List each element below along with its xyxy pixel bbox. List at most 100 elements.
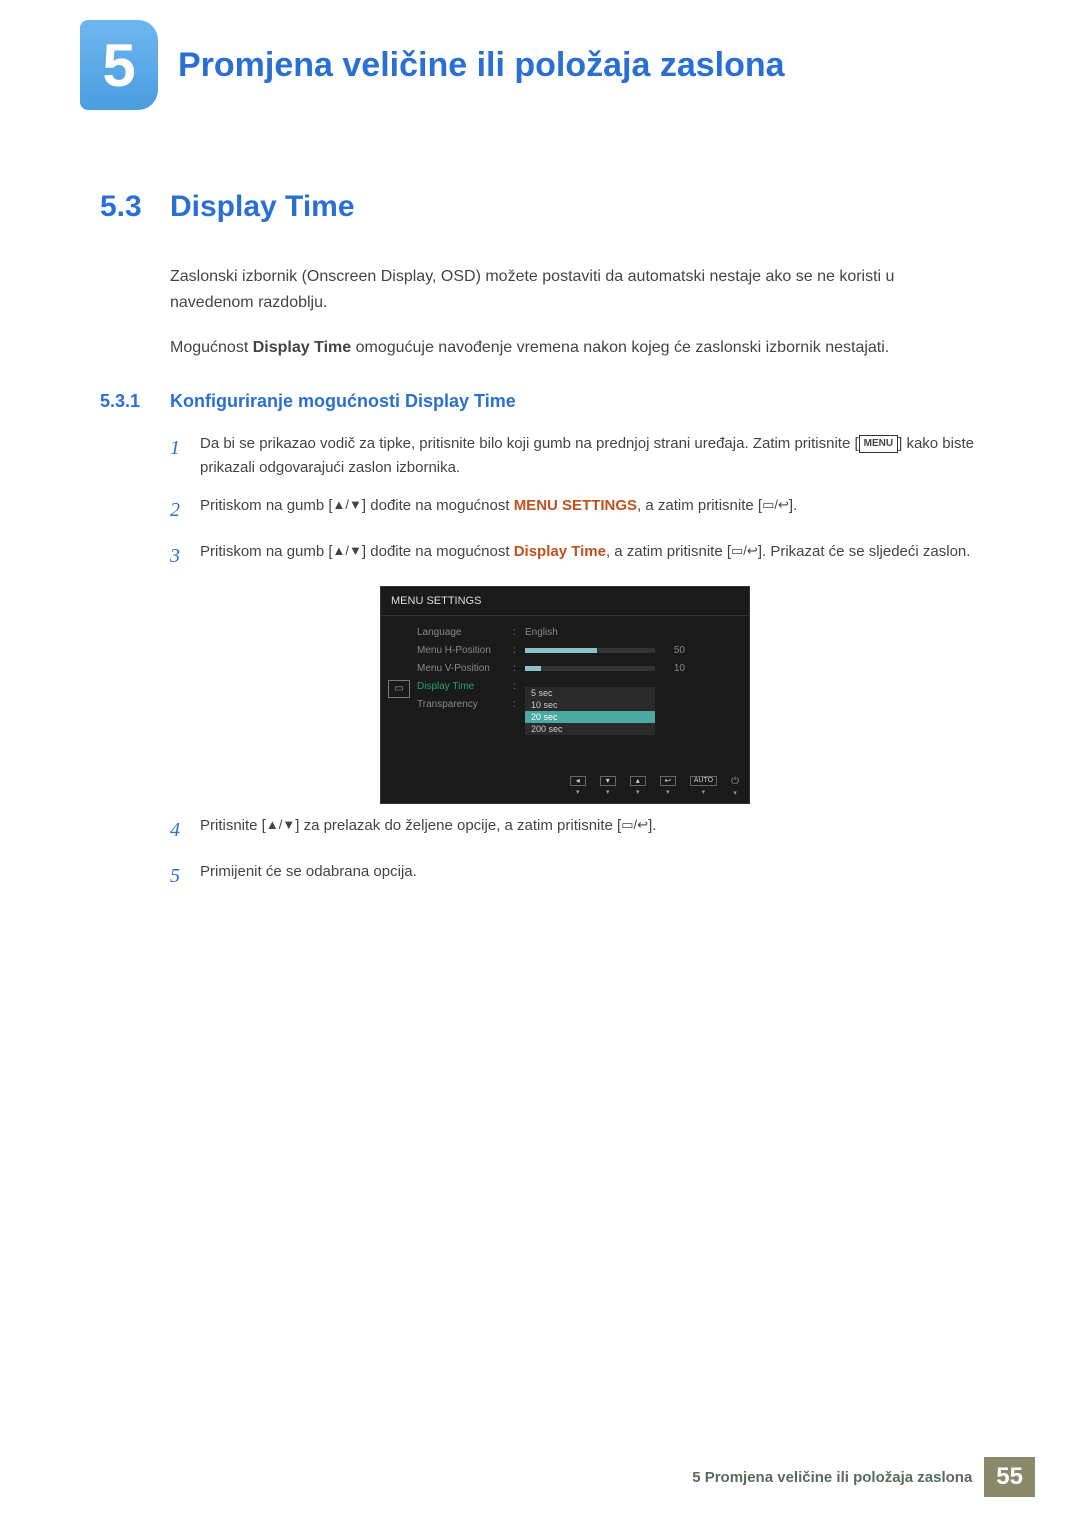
osd-footer-btn-power: ⏻▾ [731,776,739,797]
up-triangle-icon: ▲ [266,815,279,836]
text: Pritiskom na gumb [ [200,543,333,560]
dot-icon: ▾ [606,788,610,796]
slider-fill [525,666,541,671]
osd-option: 200 sec [525,723,655,735]
subsection-number: 5.3.1 [100,391,170,412]
osd-rows: Language : English Menu H-Position : 50 [417,624,749,754]
step-number: 4 [170,814,200,846]
osd-footer-btn: ↩▾ [660,776,676,797]
osd-label: Menu V-Position [417,663,507,674]
up-triangle-icon: ▲ [333,541,346,562]
osd-body: ▭ Language : English Menu H-Position : [381,616,749,772]
slider-value: 10 [674,663,685,674]
text: ] dođite na mogućnost [362,543,514,560]
page-number: 55 [984,1457,1035,1497]
footer-chapter-label: 5 Promjena veličine ili položaja zaslona [692,1469,972,1486]
osd-sidebar: ▭ [381,624,417,754]
step-1: 1 Da bi se prikazao vodič za tipke, prit… [170,432,980,480]
power-icon: ⏻ [731,776,739,787]
menu-key-label: MENU [859,435,898,453]
chapter-header: 5 Promjena veličine ili položaja zaslona [0,0,1080,110]
subsection-heading: 5.3.1 Konfiguriranje mogućnosti Display … [100,391,980,412]
osd-label: Transparency [417,699,507,710]
step-text: Pritisnite [▲ / ▼] za prelazak do željen… [200,814,980,846]
step-3: 3 Pritiskom na gumb [▲ / ▼] dođite na mo… [170,540,980,572]
term-display-time: Display Time [514,543,606,560]
chapter-title: Promjena veličine ili položaja zaslona [178,46,785,85]
osd-footer: ◂▾ ▾▾ ▴▾ ↩▾ AUTO▾ ⏻▾ [381,772,749,803]
step-text: Da bi se prikazao vodič za tipke, pritis… [200,432,980,480]
rect-icon: ▭ [731,541,743,562]
osd-title: MENU SETTINGS [381,587,749,616]
step-number: 1 [170,432,200,480]
section-intro-2: Mogućnost Display Time omogućuje navođen… [170,335,980,361]
enter-icon: ↩ [660,776,676,786]
down-triangle-icon: ▼ [282,815,295,836]
osd-row-language: Language : English [417,624,741,642]
colon: : [513,699,519,710]
osd-label: Display Time [417,681,507,692]
section-number: 5.3 [100,190,170,224]
osd-row-display-time: Display Time : 5 sec 10 sec 20 sec 200 s… [417,678,741,696]
dot-icon: ▾ [636,788,640,796]
text: ]. Prikazat će se sljedeći zaslon. [758,543,971,560]
slider-fill [525,648,597,653]
osd-footer-btn: ◂▾ [570,776,586,797]
osd-menu-icon: ▭ [388,680,410,698]
osd-panel: MENU SETTINGS ▭ Language : English Menu … [380,586,750,804]
step-number: 3 [170,540,200,572]
page-footer: 5 Promjena veličine ili položaja zaslona… [692,1457,1035,1497]
auto-label: AUTO [690,776,717,786]
osd-row-hposition: Menu H-Position : 50 [417,642,741,660]
osd-footer-btn: ▴▾ [630,776,646,797]
text: ]. [789,497,797,514]
down-triangle-icon: ▼ [349,495,362,516]
text: ] dođite na mogućnost [362,497,514,514]
text: , a zatim pritisnite [ [606,543,731,560]
rect-icon: ▭ [762,495,774,516]
osd-label: Language [417,627,507,638]
term-menu-settings: MENU SETTINGS [514,497,637,514]
text: omogućuje navođenje vremena nakon kojeg … [351,339,889,356]
rect-icon: ▭ [621,815,633,836]
dot-icon: ▾ [666,788,670,796]
colon: : [513,645,519,656]
colon: : [513,663,519,674]
osd-footer-btn: ▾▾ [600,776,616,797]
text: ]. [648,817,656,834]
page-content: 5.3 Display Time Zaslonski izbornik (Ons… [0,110,1080,892]
term-display-time: Display Time [253,339,351,356]
dot-icon: ▾ [733,789,737,797]
dot-icon: ▾ [702,788,706,796]
colon: : [513,681,519,692]
osd-screenshot: MENU SETTINGS ▭ Language : English Menu … [380,586,750,804]
section-heading: 5.3 Display Time [100,190,980,224]
osd-option-selected: 20 sec [525,711,655,723]
enter-icon: ↩ [778,495,789,516]
text: Pritisnite [ [200,817,266,834]
osd-dropdown: 5 sec 10 sec 20 sec 200 sec [525,687,655,735]
down-triangle-icon: ▾ [600,776,616,786]
step-text: Primijenit će se odabrana opcija. [200,860,980,892]
osd-slider: 10 [525,666,741,671]
text: Da bi se prikazao vodič za tipke, pritis… [200,435,859,452]
text: ] za prelazak do željene opcije, a zatim… [295,817,621,834]
enter-icon: ↩ [747,541,758,562]
colon: : [513,627,519,638]
chapter-number-badge: 5 [80,20,158,110]
slider-value: 50 [674,645,685,656]
up-triangle-icon: ▲ [333,495,346,516]
osd-label: Menu H-Position [417,645,507,656]
section-title: Display Time [170,190,355,224]
section-intro-1: Zaslonski izbornik (Onscreen Display, OS… [170,264,980,315]
dot-icon: ▾ [576,788,580,796]
osd-option: 5 sec [525,687,655,699]
step-number: 5 [170,860,200,892]
text: Pritiskom na gumb [ [200,497,333,514]
slider-track: 10 [525,666,655,671]
step-number: 2 [170,494,200,526]
text: Mogućnost [170,339,253,356]
slider-track: 50 [525,648,655,653]
up-triangle-icon: ▴ [630,776,646,786]
osd-slider: 50 [525,648,741,653]
